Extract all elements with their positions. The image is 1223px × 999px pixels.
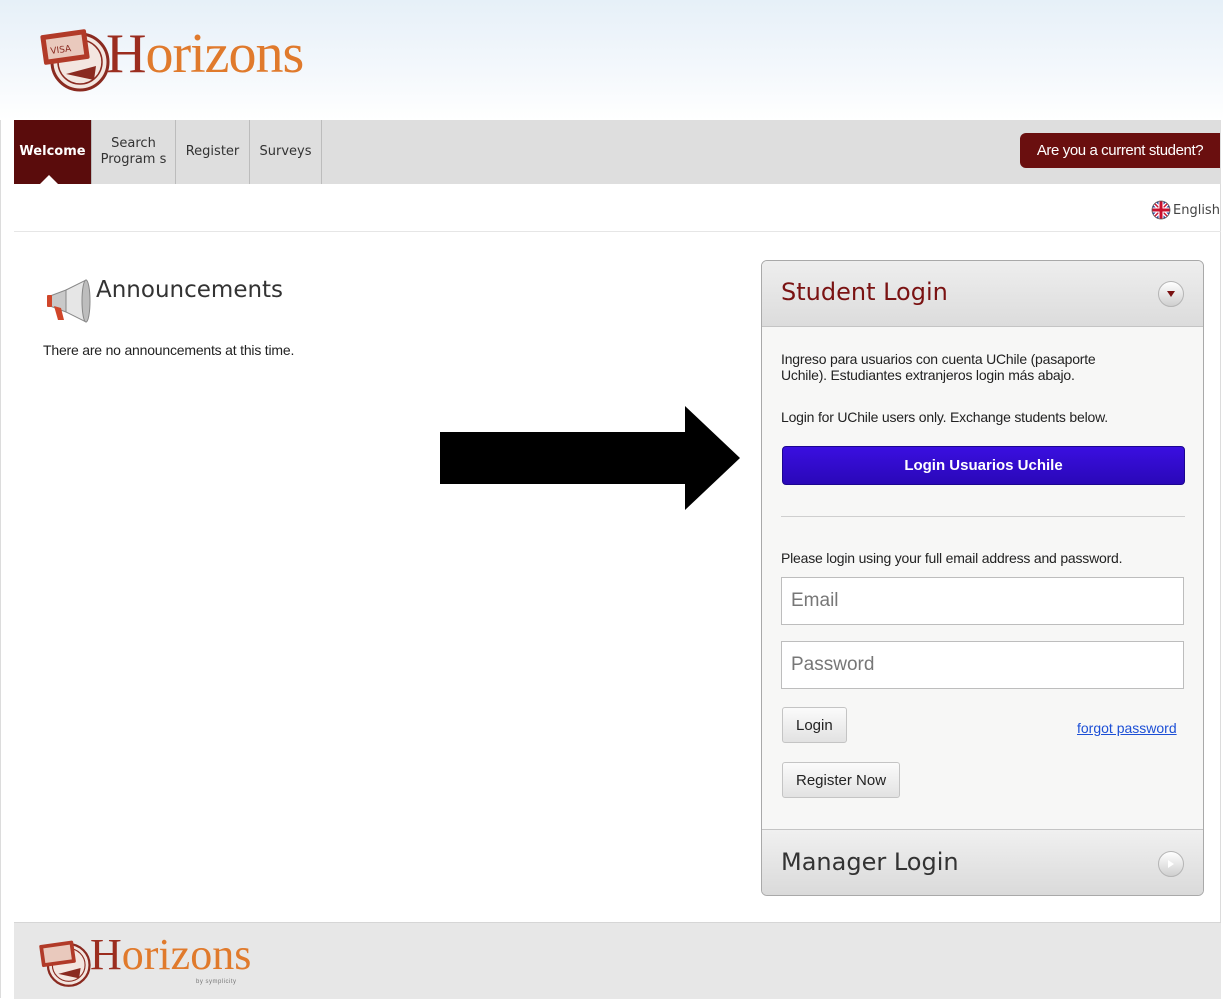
nav-tab-label: Surveys — [259, 143, 312, 159]
triangle-right-glyph — [1168, 860, 1174, 868]
login-button[interactable]: Login — [782, 707, 847, 743]
language-label: English — [1173, 202, 1220, 218]
uk-flag-globe-icon — [1151, 200, 1171, 220]
footer-horizons-logo[interactable]: Horizons by symplicity — [36, 933, 286, 995]
password-field[interactable]: Password — [781, 641, 1184, 689]
logo-wordmark: Horizons — [106, 23, 304, 85]
nav-tab-register[interactable]: Register — [176, 120, 250, 184]
chevron-down-icon[interactable] — [1158, 281, 1184, 307]
login-instructions: Please login using your full email addre… — [781, 550, 1123, 566]
nav-tab-label: Register — [185, 143, 240, 159]
email-field[interactable]: Email — [781, 577, 1184, 625]
uchile-intro-en: Login for UChile users only. Exchange st… — [781, 409, 1108, 425]
uchile-intro-es: Ingreso para usuarios con cuenta UChile … — [781, 351, 1096, 383]
language-selector[interactable]: English — [1151, 199, 1220, 221]
announcements-empty-text: There are no announcements at this time. — [43, 342, 295, 358]
footer-logo-wordmark: Horizons — [90, 930, 252, 979]
triangle-down-glyph — [1167, 291, 1175, 297]
manager-login-header[interactable]: Manager Login — [762, 829, 1203, 895]
nav-tab-label: Welcome — [19, 143, 86, 159]
divider — [14, 231, 1221, 232]
manager-login-title: Manager Login — [781, 848, 959, 876]
login-panel: Student Login Ingreso para usuarios con … — [761, 260, 1204, 896]
nav-tab-welcome[interactable]: Welcome — [14, 120, 92, 184]
student-login-header[interactable]: Student Login — [762, 261, 1203, 327]
divider — [781, 516, 1185, 517]
announcements-title: Announcements — [96, 277, 284, 303]
passport-emblem-icon — [39, 940, 91, 987]
site-footer: Horizons by symplicity — [14, 922, 1221, 999]
nav-tab-surveys[interactable]: Surveys — [250, 120, 322, 184]
active-tab-caret — [40, 175, 58, 184]
footer-symplicity-text: by symplicity — [196, 979, 237, 985]
horizons-logo[interactable]: VISA Horizons — [36, 18, 336, 98]
login-uchile-button[interactable]: Login Usuarios Uchile — [782, 446, 1185, 485]
nav-tab-label: Search Program s — [100, 135, 167, 167]
current-student-button[interactable]: Are you a current student? — [1020, 133, 1220, 168]
right-arrow-annotation-icon — [440, 406, 740, 510]
student-login-title: Student Login — [781, 278, 948, 306]
nav-tab-search-programs[interactable]: Search Program s — [92, 120, 176, 184]
passport-emblem-icon: VISA — [40, 29, 110, 92]
chevron-right-icon[interactable] — [1158, 851, 1184, 877]
register-now-button[interactable]: Register Now — [782, 762, 901, 798]
forgot-password-link[interactable]: forgot password — [1077, 720, 1177, 736]
site-header: VISA Horizons — [0, 0, 1223, 120]
megaphone-icon — [47, 279, 91, 323]
